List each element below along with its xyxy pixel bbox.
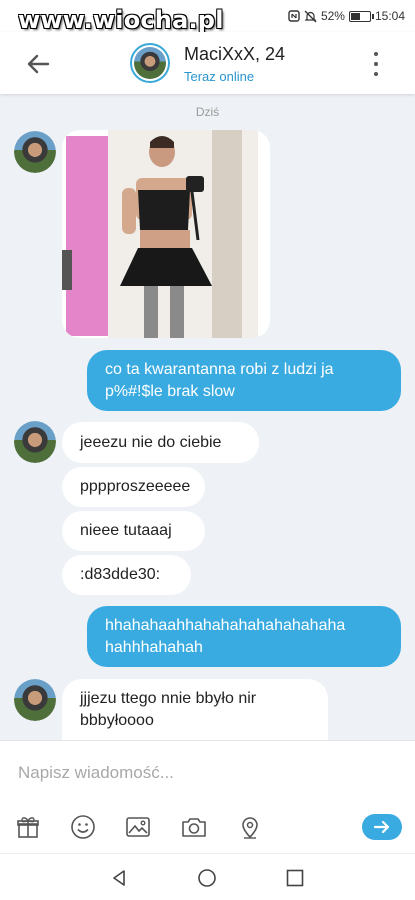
back-button[interactable] [22, 48, 54, 80]
battery-percent: 52% [320, 9, 345, 23]
nav-recents-button[interactable] [283, 866, 307, 890]
emoji-button[interactable] [69, 813, 97, 841]
send-arrow-icon [374, 820, 390, 834]
more-options-icon[interactable] [368, 50, 384, 78]
outgoing-message[interactable]: co ta kwarantanna robi z ludzi ja p%#!$l… [87, 350, 401, 411]
chat-header: MaciXxX, 24 Teraz online [0, 32, 415, 94]
nav-home-icon [198, 869, 216, 887]
message-text: pppproszeeeee [80, 478, 191, 495]
location-icon [242, 817, 258, 839]
clock: 15:04 [374, 9, 405, 23]
incoming-message[interactable]: nieee tutaaaj [62, 511, 205, 551]
outgoing-message[interactable]: hhahahaahhahahahahahahahaha hahhhahahah [87, 606, 401, 667]
emoji-icon [71, 815, 95, 839]
gallery-button[interactable] [124, 813, 152, 841]
send-button[interactable] [362, 814, 402, 840]
image-message[interactable] [62, 130, 270, 338]
gift-button[interactable] [14, 813, 42, 841]
sender-avatar[interactable] [14, 131, 56, 173]
image-icon [126, 817, 150, 837]
message-text: :d83dde30: [80, 566, 161, 583]
sender-avatar[interactable] [14, 421, 56, 463]
camera-button[interactable] [180, 813, 208, 841]
mute-icon [304, 10, 317, 22]
message-text: jjjezu ttego nnie bbyło nir bbbyłoooo [80, 689, 257, 729]
battery-icon [348, 10, 374, 22]
location-button[interactable] [236, 813, 264, 841]
nav-home-button[interactable] [195, 866, 219, 890]
message-text: co ta kwarantanna robi z ludzi ja p%#!$l… [105, 360, 334, 400]
message-list[interactable]: Dziś co ta kwarantanna robi z ludzi ja p… [0, 94, 415, 740]
message-composer [0, 740, 415, 853]
message-text: jeeezu nie do ciebie [80, 433, 222, 451]
message-text: hhahahaahhahahahahahahahaha hahhhahahah [105, 616, 346, 656]
online-status: Teraz online [184, 69, 255, 84]
nav-back-icon [113, 870, 125, 886]
contact-avatar[interactable] [130, 43, 170, 83]
incoming-message[interactable]: pppproszeeeee [62, 467, 205, 507]
message-text: nieee tutaaaj [80, 522, 172, 539]
sender-avatar[interactable] [14, 679, 56, 721]
watermark: www.wiocha.pl [18, 6, 224, 34]
incoming-message[interactable]: jeeezu nie do ciebie [62, 422, 259, 463]
gift-icon [17, 817, 39, 838]
contact-name[interactable]: MaciXxX, 24 [184, 44, 285, 65]
nav-back-button[interactable] [107, 866, 131, 890]
system-navigation-bar [0, 853, 415, 900]
back-arrow-icon [27, 54, 50, 74]
camera-icon [182, 818, 206, 837]
status-bar: www.wiocha.pl 52% 15:04 [0, 0, 415, 34]
nav-recents-icon [286, 869, 304, 887]
status-icons: 52% 15:04 [288, 9, 405, 23]
date-separator: Dziś [195, 105, 220, 119]
message-photo [62, 130, 270, 338]
incoming-message[interactable]: jjjezu ttego nnie bbyło nir bbbyłoooo [62, 679, 328, 740]
nfc-icon [288, 10, 300, 22]
incoming-message[interactable]: :d83dde30: [62, 555, 191, 595]
message-input[interactable] [18, 761, 398, 785]
